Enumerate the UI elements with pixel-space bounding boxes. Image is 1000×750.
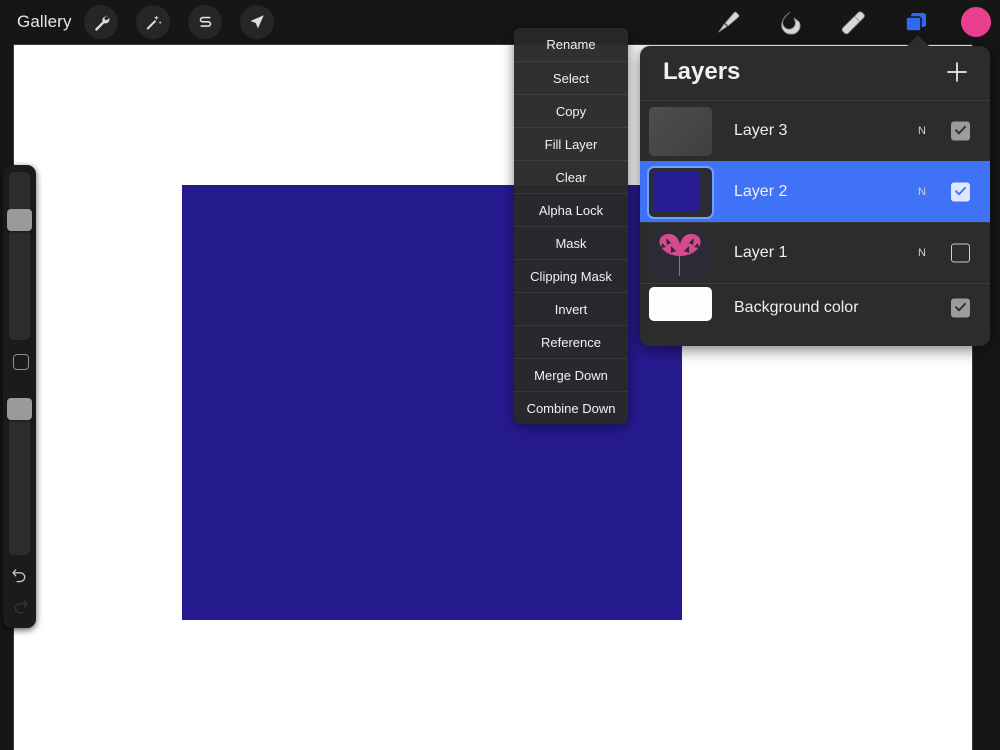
menu-item-combine-down[interactable]: Combine Down: [514, 391, 628, 424]
layer-row[interactable]: Layer 2 N: [640, 161, 990, 222]
top-toolbar: Gallery: [0, 0, 1000, 44]
menu-item-mask[interactable]: Mask: [514, 226, 628, 259]
layer-name: Background color: [734, 298, 859, 316]
menu-item-alpha-lock[interactable]: Alpha Lock: [514, 193, 628, 226]
undo-icon[interactable]: [3, 562, 36, 588]
color-swatch[interactable]: [961, 7, 991, 37]
menu-item-rename[interactable]: Rename: [514, 28, 628, 61]
layer-thumbnail[interactable]: [649, 107, 712, 156]
menu-item-invert[interactable]: Invert: [514, 292, 628, 325]
procreate-app: Gallery Rename Select Copy Fill Layer Cl…: [0, 0, 1000, 750]
layers-panel: Layers Layer 3 N Layer 2 N Layer 1 N Bac…: [640, 46, 990, 346]
layers-panel-pointer: [906, 35, 930, 47]
smudge-icon[interactable]: [770, 4, 810, 40]
gallery-button[interactable]: Gallery: [17, 9, 72, 35]
layers-panel-header: Layers: [640, 46, 990, 100]
add-layer-button[interactable]: [944, 59, 970, 85]
menu-item-merge-down[interactable]: Merge Down: [514, 358, 628, 391]
layer-visibility-checkbox[interactable]: [951, 243, 970, 263]
left-sidebar: [3, 165, 36, 628]
layer-row[interactable]: Layer 3 N: [640, 100, 990, 161]
blend-mode-label[interactable]: N: [918, 125, 926, 137]
layer-context-menu: Rename Select Copy Fill Layer Clear Alph…: [514, 28, 628, 424]
brush-size-slider-handle[interactable]: [7, 209, 32, 231]
layer-thumbnail[interactable]: [647, 166, 714, 219]
actions-wrench-icon[interactable]: [84, 5, 118, 39]
redo-icon[interactable]: [3, 593, 36, 619]
layer-visibility-checkbox[interactable]: [951, 298, 970, 317]
blend-mode-label[interactable]: N: [918, 186, 926, 198]
layer-thumbnail-art: [653, 172, 699, 212]
eraser-icon[interactable]: [833, 4, 873, 40]
layer-row[interactable]: Layer 1 N: [640, 222, 990, 283]
layer-name: Layer 1: [734, 244, 788, 261]
background-color-thumbnail[interactable]: [649, 287, 712, 321]
panel-title: Layers: [663, 58, 741, 85]
brush-opacity-slider-handle[interactable]: [7, 398, 32, 420]
layer-thumbnail[interactable]: [649, 229, 712, 278]
layer-name: Layer 2: [734, 183, 788, 200]
brush-size-slider[interactable]: [9, 172, 30, 340]
monstera-leaf-thumbnail: [659, 233, 701, 276]
menu-item-select[interactable]: Select: [514, 61, 628, 94]
layer-visibility-checkbox[interactable]: [951, 182, 970, 202]
menu-item-reference[interactable]: Reference: [514, 325, 628, 358]
paint-brush-icon[interactable]: [707, 4, 747, 40]
menu-item-clipping-mask[interactable]: Clipping Mask: [514, 259, 628, 292]
adjustments-wand-icon[interactable]: [136, 5, 170, 39]
menu-item-fill-layer[interactable]: Fill Layer: [514, 127, 628, 160]
blend-mode-label[interactable]: N: [918, 247, 926, 259]
layer-visibility-checkbox[interactable]: [951, 121, 970, 141]
transform-arrow-icon[interactable]: [240, 5, 274, 39]
brush-opacity-slider[interactable]: [9, 400, 30, 555]
selection-s-icon[interactable]: [188, 5, 222, 39]
menu-item-clear[interactable]: Clear: [514, 160, 628, 193]
menu-item-copy[interactable]: Copy: [514, 94, 628, 127]
modify-button[interactable]: [12, 354, 29, 370]
layer-row[interactable]: Background color: [640, 283, 990, 331]
layer-name: Layer 3: [734, 122, 788, 139]
